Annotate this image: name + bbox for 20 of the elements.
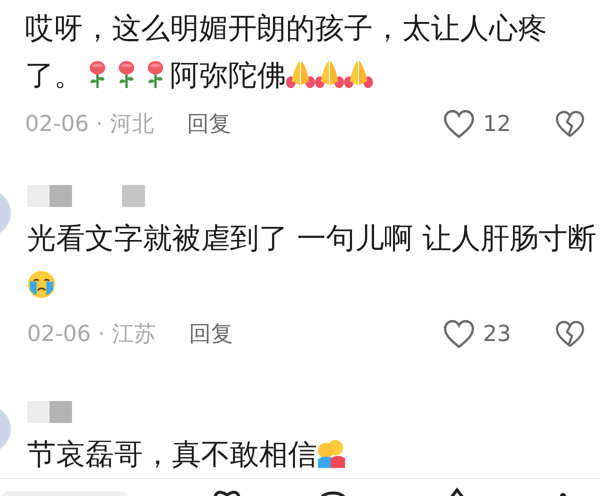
praying-hands-icon xyxy=(315,60,344,89)
like-count: 12 xyxy=(483,112,512,136)
comment-text: 哎呀，这么明媚开朗的孩子，太让人心疼 xyxy=(25,11,547,45)
broken-heart-icon[interactable] xyxy=(555,320,585,348)
praying-hands-icon xyxy=(344,60,373,89)
crying-face-icon xyxy=(27,270,56,299)
comment-text: 光看文字就被虐到了 一句儿啊 让人肝肠寸 xyxy=(27,221,568,255)
like-count: 23 xyxy=(483,322,512,346)
comment-date-location: 02-06 · 河北 xyxy=(25,111,154,139)
comment-text: 断 xyxy=(567,221,596,255)
hugging-people-icon xyxy=(317,439,346,468)
reply-button[interactable]: 回复 xyxy=(188,319,233,349)
comment-text: 了。 xyxy=(25,58,83,92)
comment-text: 阿弥陀佛 xyxy=(170,58,286,92)
comment-text: 节哀磊哥，真不敢相信 xyxy=(27,437,317,471)
reply-button[interactable]: 回复 xyxy=(186,109,231,139)
praying-hands-icon xyxy=(286,60,315,89)
comment-date-location: 02-06 · 江苏 xyxy=(27,321,156,349)
blurred-name xyxy=(122,185,145,207)
broken-heart-icon[interactable] xyxy=(555,110,585,138)
